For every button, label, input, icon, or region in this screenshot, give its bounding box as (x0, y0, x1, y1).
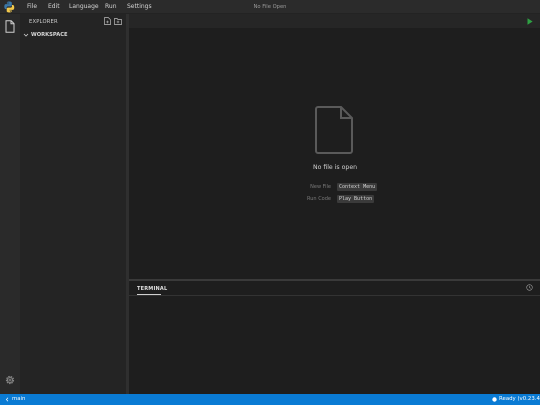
menu-edit[interactable]: Edit (48, 0, 60, 14)
workspace-row[interactable]: WORKSPACE (20, 30, 126, 41)
workspace-label: WORKSPACE (31, 32, 68, 38)
status-bar: main Ready (v0.23.4) (0, 394, 540, 405)
branch-icon (5, 397, 9, 402)
branch-name[interactable]: main (12, 394, 25, 405)
play-icon[interactable] (527, 18, 533, 25)
hint-new-file-key: Context Menu (337, 183, 378, 191)
menu-language[interactable]: Language (69, 0, 99, 14)
menu-bar: File Edit Language Run Settings No File … (0, 0, 540, 14)
hint-new-file-label: New File (310, 184, 331, 190)
tab-terminal[interactable]: TERMINAL (137, 284, 167, 294)
document-icon (315, 106, 353, 154)
hint-run-code-key: Play Button (337, 195, 375, 203)
editor-area: No file is open New File Context Menu Ru… (129, 14, 540, 279)
menu-settings[interactable]: Settings (127, 0, 152, 14)
panel-divider (129, 295, 540, 296)
editor-tab-bar (129, 14, 540, 28)
window-title: No File Open (253, 4, 287, 10)
status-text: Ready (v0.23.4) (499, 396, 540, 402)
menu-run[interactable]: Run (105, 0, 117, 14)
history-icon[interactable] (526, 284, 533, 291)
new-folder-icon[interactable] (114, 17, 122, 25)
hint-run-code-label: Run Code (307, 196, 331, 202)
gear-icon[interactable] (4, 374, 16, 386)
explorer-sidebar: EXPLORER WORKSPACE (20, 14, 126, 394)
python-logo-icon (4, 1, 15, 13)
new-file-icon[interactable] (104, 17, 111, 25)
menu-file[interactable]: File (27, 0, 37, 14)
chevron-down-icon (23, 33, 29, 37)
terminal-panel: TERMINAL (129, 281, 540, 394)
empty-editor-message: No file is open (312, 164, 358, 171)
explorer-header: EXPLORER (29, 19, 58, 25)
status-dot-icon (492, 397, 497, 402)
files-icon[interactable] (4, 20, 16, 33)
activity-bar (0, 14, 20, 394)
